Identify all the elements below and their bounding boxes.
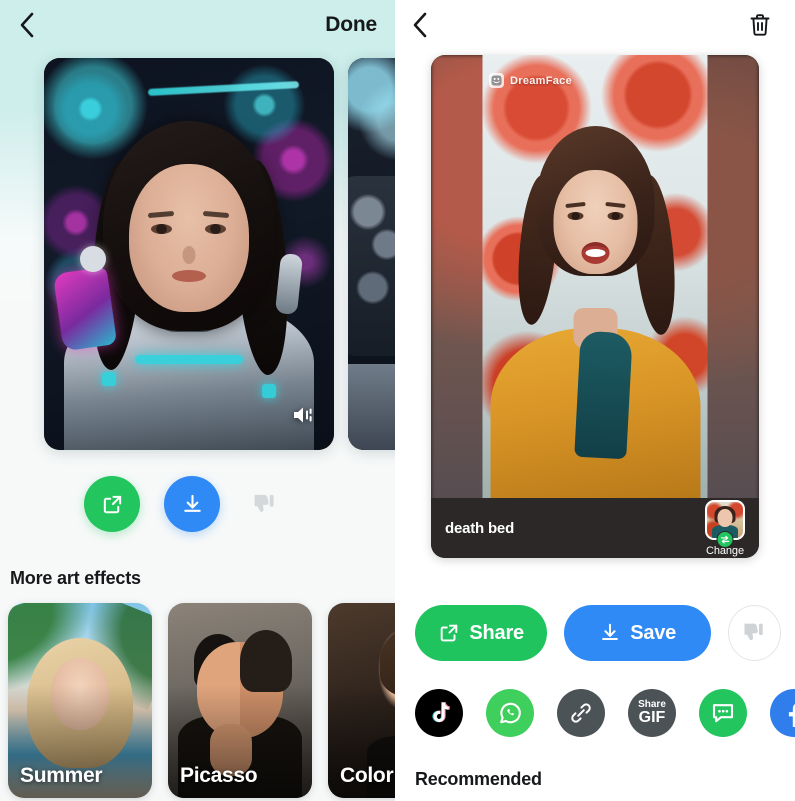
share-facebook-button[interactable]: [770, 689, 795, 737]
chevron-left-icon: [413, 12, 427, 38]
scarf: [573, 330, 633, 460]
cyber-headgear: [52, 266, 118, 352]
share-whatsapp-button[interactable]: [486, 689, 534, 737]
trash-icon: [750, 14, 770, 36]
share-external-icon: [441, 624, 458, 642]
thumbs-down-icon: [254, 494, 274, 512]
armor-glow: [135, 355, 243, 364]
back-button[interactable]: [10, 8, 44, 42]
card-footer: death bed Change: [431, 498, 759, 558]
lips: [172, 269, 206, 282]
share-button[interactable]: [84, 476, 140, 532]
art-effect-summer[interactable]: Summer: [8, 603, 152, 798]
swap-badge-icon: [716, 530, 734, 548]
swap-icon: [720, 535, 730, 544]
right-top-bar: [395, 0, 795, 50]
share-button[interactable]: Share: [415, 605, 548, 661]
eyebrow-left: [564, 202, 586, 209]
art-effects-list[interactable]: Summer Picasso Color: [0, 603, 395, 798]
download-icon: [183, 494, 201, 512]
volume-button[interactable]: [290, 402, 316, 428]
left-result-panel: Done More art effects Summer Picasso Col…: [0, 0, 395, 801]
slide-artwork-next: [348, 58, 395, 450]
share-tiktok-button[interactable]: [415, 689, 463, 737]
eye-left: [151, 223, 172, 234]
result-media-card[interactable]: DreamFace death bed Change: [431, 55, 759, 558]
slide-artwork: [44, 58, 334, 450]
eye-left: [567, 212, 583, 221]
result-photo: [482, 55, 708, 498]
download-icon: [602, 623, 619, 641]
link-icon: [571, 703, 591, 723]
gif-bottom-label: GIF: [638, 709, 666, 726]
share-link-button[interactable]: [557, 689, 605, 737]
art-effect-color[interactable]: Color: [328, 603, 395, 798]
armor-chip: [262, 384, 276, 398]
nose: [182, 245, 196, 264]
art-effect-picasso[interactable]: Picasso: [168, 603, 312, 798]
effect-label: Summer: [20, 764, 103, 787]
primary-action-row: Share Save: [409, 558, 781, 661]
hair-right: [240, 630, 292, 693]
neon-bar: [148, 81, 300, 97]
smiley-icon: [491, 75, 502, 86]
eye-right: [205, 223, 226, 234]
effect-label: Picasso: [180, 764, 258, 787]
cyber-headgear-accent: [80, 246, 106, 272]
dislike-button[interactable]: [244, 484, 284, 524]
eyebrow-right: [604, 202, 626, 209]
back-button[interactable]: [403, 8, 437, 42]
done-button[interactable]: Done: [325, 13, 377, 37]
facebook-icon: [788, 704, 795, 727]
dislike-button[interactable]: [727, 605, 781, 661]
watermark: DreamFace: [489, 73, 572, 88]
dreamface-logo-icon: [489, 73, 504, 88]
face: [553, 170, 637, 275]
watermark-text: DreamFace: [510, 74, 573, 87]
recommended-title: Recommended: [415, 769, 542, 789]
left-action-row: [0, 456, 395, 532]
whatsapp-icon: [500, 702, 521, 724]
chevron-left-icon: [20, 12, 34, 38]
media-title: death bed: [445, 519, 515, 537]
eyebrow-right: [202, 210, 230, 218]
save-label: Save: [630, 621, 677, 644]
result-carousel[interactable]: [0, 58, 395, 456]
armor-chip: [102, 372, 116, 386]
eye-right: [607, 212, 623, 221]
result-slide-current[interactable]: [44, 58, 334, 450]
social-share-row: Share GIF: [409, 661, 795, 737]
change-face-button[interactable]: Change: [705, 499, 745, 557]
share-external-icon: [103, 495, 121, 513]
share-gif-button[interactable]: Share GIF: [628, 689, 676, 737]
right-result-panel: DreamFace death bed Change Share Save Sh…: [395, 0, 795, 801]
effect-label: Color: [340, 764, 394, 787]
save-button[interactable]: Save: [564, 605, 711, 661]
eyebrow-left: [147, 210, 175, 218]
share-message-button[interactable]: [699, 689, 747, 737]
cyber-earpiece: [274, 253, 304, 315]
tiktok-icon: [432, 702, 450, 723]
thumbs-down-icon: [744, 623, 764, 641]
face: [129, 163, 249, 312]
download-button[interactable]: [164, 476, 220, 532]
thumb-face: [717, 509, 733, 528]
result-slide-next[interactable]: [348, 58, 395, 450]
message-icon: [712, 704, 734, 723]
more-art-effects-title: More art effects: [10, 568, 141, 588]
volume-icon: [294, 407, 312, 423]
mech-shape: [348, 175, 395, 356]
mouth: [581, 242, 609, 265]
delete-button[interactable]: [743, 8, 777, 42]
mech-base: [348, 363, 395, 450]
left-top-bar: Done: [0, 0, 395, 50]
share-label: Share: [469, 621, 524, 644]
